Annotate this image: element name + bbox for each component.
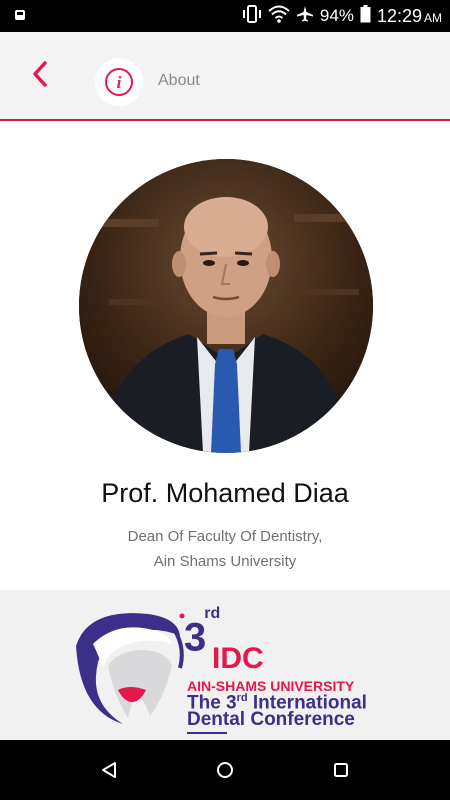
nav-back-button[interactable]: [95, 756, 123, 784]
logo-idc: IDC: [212, 642, 264, 675]
conference-logo-icon: [76, 613, 185, 724]
home-circle-icon: [217, 762, 233, 778]
clock-ampm: AM: [424, 10, 442, 25]
chevron-left-icon: [33, 61, 47, 87]
recents-square-icon: [334, 763, 348, 777]
profile-role-line2: Ain Shams University: [153, 553, 297, 570]
nav-home-button[interactable]: [211, 756, 239, 784]
notification-icon: [14, 8, 26, 27]
battery-level: 94%: [319, 6, 354, 25]
battery-icon: [360, 4, 371, 28]
page-title: About: [158, 72, 200, 89]
logo-ordinal: rd: [204, 605, 221, 622]
logo-number: 3: [184, 615, 206, 660]
back-button[interactable]: [24, 58, 56, 90]
app-header: [0, 32, 450, 120]
vibrate-icon: [242, 4, 262, 28]
logo-divider: [187, 732, 227, 734]
status-icons: 94% 12:29 AM: [242, 0, 442, 32]
header-divider: [0, 119, 450, 121]
status-bar: 94% 12:29 AM: [0, 0, 450, 32]
profile-role-line1: Dean Of Faculty Of Dentistry,: [127, 528, 323, 545]
wifi-icon: [268, 5, 290, 28]
svg-text:i: i: [117, 73, 122, 92]
back-triangle-icon: [102, 762, 116, 778]
info-badge: i: [95, 58, 143, 106]
conference-title-line2: Dental Conference: [187, 709, 355, 730]
profile-photo: [79, 159, 373, 453]
system-nav-bar: [0, 740, 450, 800]
nav-recents-button[interactable]: [327, 756, 355, 784]
clock-time: 12:29: [376, 5, 422, 26]
airplane-icon: [296, 5, 314, 28]
conference-title-sup: rd: [236, 692, 248, 704]
profile-name: Prof. Mohamed Diaa: [101, 478, 349, 508]
info-icon: i: [105, 68, 133, 96]
